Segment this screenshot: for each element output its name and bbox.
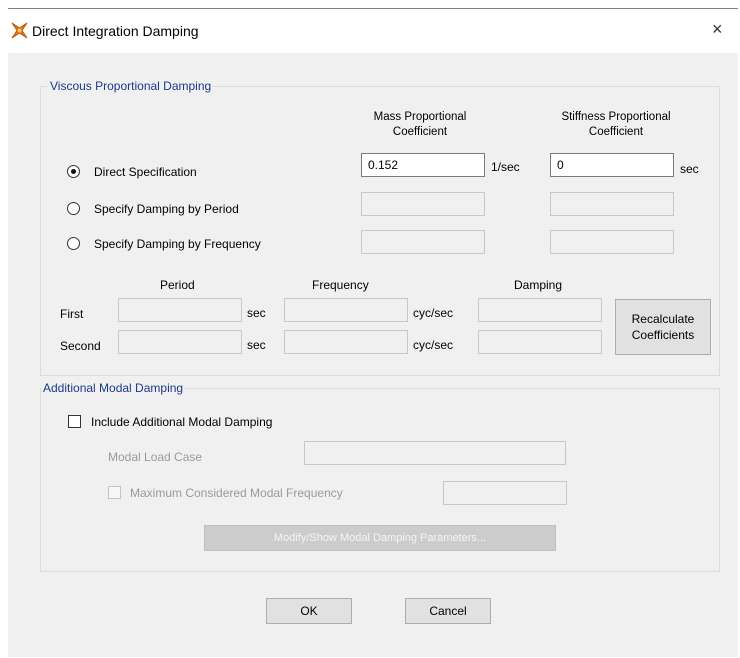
cancel-button[interactable]: Cancel (405, 598, 491, 624)
stiffness-coefficient-input[interactable] (550, 153, 674, 177)
damping-column-header: Damping (514, 278, 563, 292)
first-row-label: First (60, 307, 84, 321)
mass-coefficient-header: Mass Proportional Coefficient (373, 111, 467, 138)
stiffness-coefficient-header: Stiffness Proportional Coefficient (561, 111, 671, 138)
viscous-damping-group-label: Viscous Proportional Damping (48, 79, 214, 93)
frequency-mass-field (361, 230, 485, 254)
ok-button[interactable]: OK (266, 598, 352, 624)
second-damping-field (478, 330, 602, 354)
modal-load-case-dropdown (304, 441, 566, 465)
title-bar: Direct Integration Damping × (8, 9, 738, 53)
modal-damping-group-label: Additional Modal Damping (41, 381, 186, 395)
mass-coefficient-input[interactable] (361, 153, 485, 177)
radio-direct-specification-label: Direct Specification (94, 165, 197, 179)
period-mass-field (361, 192, 485, 216)
second-row-label: Second (60, 339, 101, 353)
frequency-stiffness-field (550, 230, 674, 254)
radio-damping-by-frequency-label: Specify Damping by Frequency (94, 237, 261, 251)
frequency-column-header: Frequency (312, 278, 369, 292)
stiffness-unit-label: sec (680, 162, 699, 176)
recalculate-coefficients-button[interactable]: Recalculate Coefficients (615, 299, 711, 355)
max-modal-frequency-field (443, 481, 567, 505)
first-period-field (118, 298, 242, 322)
first-frequency-field (284, 298, 408, 322)
radio-damping-by-period[interactable] (67, 202, 80, 215)
radio-damping-by-period-label: Specify Damping by Period (94, 202, 239, 216)
window-title: Direct Integration Damping (32, 23, 199, 39)
radio-damping-by-frequency[interactable] (67, 237, 80, 250)
max-modal-frequency-label: Maximum Considered Modal Frequency (130, 486, 343, 500)
include-modal-damping-checkbox[interactable] (68, 415, 81, 428)
modify-modal-damping-button: Modify/Show Modal Damping Parameters... (204, 525, 556, 551)
radio-direct-specification[interactable] (67, 165, 80, 178)
first-period-unit: sec (247, 306, 266, 320)
second-period-field (118, 330, 242, 354)
first-damping-field (478, 298, 602, 322)
mass-unit-label: 1/sec (491, 160, 520, 174)
second-frequency-unit: cyc/sec (413, 338, 454, 352)
modal-load-case-label: Modal Load Case (108, 450, 203, 464)
app-logo-icon (11, 22, 28, 39)
second-period-unit: sec (247, 338, 266, 352)
second-frequency-field (284, 330, 408, 354)
period-stiffness-field (550, 192, 674, 216)
first-frequency-unit: cyc/sec (413, 306, 454, 320)
close-icon[interactable]: × (712, 19, 723, 40)
period-column-header: Period (160, 278, 195, 292)
include-modal-damping-label: Include Additional Modal Damping (91, 415, 273, 429)
max-modal-frequency-checkbox (108, 486, 121, 499)
dialog-window: Direct Integration Damping × Viscous Pro… (8, 8, 738, 657)
